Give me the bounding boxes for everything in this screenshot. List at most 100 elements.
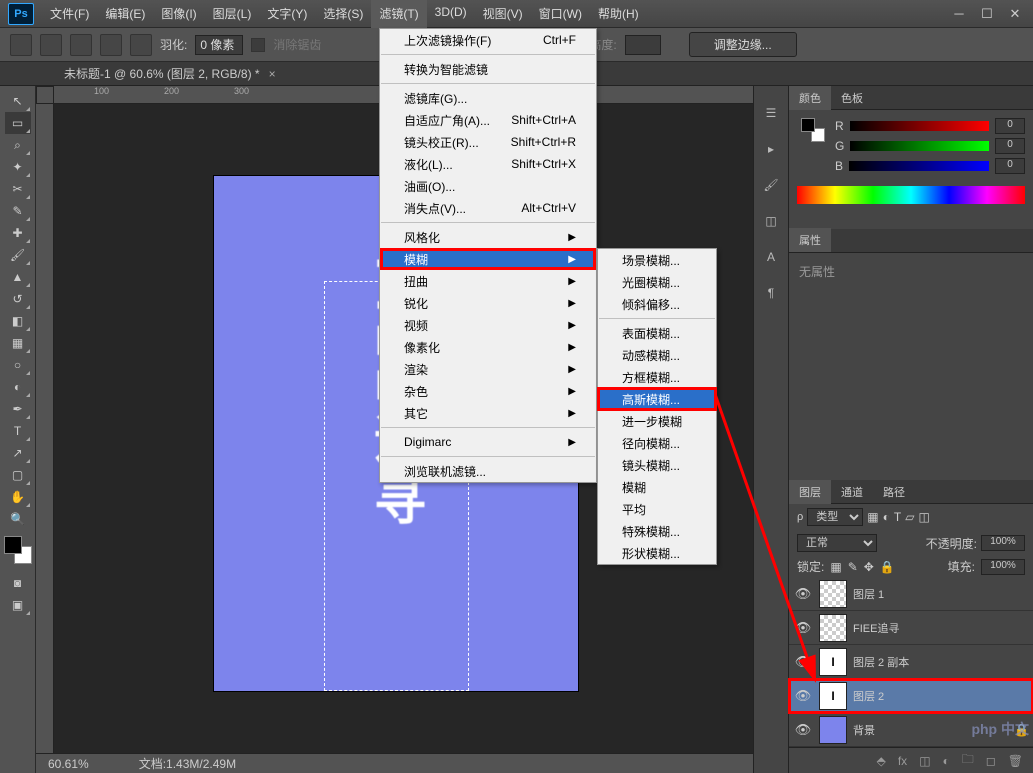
lock-pixel-icon[interactable]: ✎ [848,560,858,574]
new-layer-icon[interactable]: ◻ [986,754,996,768]
g-slider[interactable] [850,141,989,151]
eyedropper-tool-icon[interactable]: ✎ [5,200,31,222]
refine-edge-button[interactable]: 调整边缘... [689,32,797,57]
filter-item[interactable]: 上次滤镜操作(F)Ctrl+F [380,29,596,51]
menu-view[interactable]: 视图(V) [475,0,531,28]
para-panel-icon[interactable]: ¶ [760,284,782,302]
feather-input[interactable] [195,35,243,55]
doc-tab[interactable]: 未标题-1 @ 60.6% (图层 2, RGB/8) * × [54,61,286,86]
r-value[interactable]: 0 [995,118,1025,134]
clone-panel-icon[interactable]: ◫ [760,212,782,230]
history-panel-icon[interactable]: ☰ [760,104,782,122]
path-tool-icon[interactable]: ↗ [5,442,31,464]
filter-item[interactable]: Digimarc▶ [380,431,596,453]
r-slider[interactable] [850,121,989,131]
filter-item[interactable]: 锐化▶ [380,292,596,314]
char-panel-icon[interactable]: A [760,248,782,266]
adjust-layer-icon[interactable]: ◐ [943,754,950,768]
maximize-icon[interactable]: ☐ [973,4,1001,24]
layer-row[interactable]: 👁I图层 2 [789,679,1033,713]
props-tab[interactable]: 属性 [789,228,831,252]
filter-type-icon[interactable]: T [894,510,901,524]
menu-file[interactable]: 文件(F) [42,0,97,28]
layers-tab[interactable]: 图层 [789,480,831,504]
filter-item[interactable]: 自适应广角(A)...Shift+Ctrl+A [380,109,596,131]
color-fgbg[interactable] [801,118,825,142]
blur-tool-icon[interactable]: ○ [5,354,31,376]
blend-mode-select[interactable]: 正常 [797,534,877,552]
layer-mask-icon[interactable]: ◫ [919,754,930,768]
intersect-selection-icon[interactable] [130,34,152,56]
layer-row[interactable]: 👁I图层 2 副本 [789,645,1033,679]
hand-tool-icon[interactable]: ✋ [5,486,31,508]
menu-select[interactable]: 选择(S) [315,0,371,28]
visibility-icon[interactable]: 👁 [793,654,813,670]
close-icon[interactable]: ✕ [1001,4,1029,24]
menu-layer[interactable]: 图层(L) [205,0,260,28]
b-value[interactable]: 0 [995,158,1025,174]
sub-selection-icon[interactable] [100,34,122,56]
paths-tab[interactable]: 路径 [873,480,915,504]
brush-tool-icon[interactable]: 🖌 [5,244,31,266]
blur-item[interactable]: 光圈模糊... [598,271,716,293]
fg-bg-swatch[interactable] [4,536,32,564]
stamp-tool-icon[interactable]: ▲ [5,266,31,288]
filter-item[interactable]: 消失点(V)...Alt+Ctrl+V [380,197,596,219]
menu-window[interactable]: 窗口(W) [531,0,590,28]
opacity-input[interactable]: 100% [981,535,1025,551]
filter-item[interactable]: 浏览联机滤镜... [380,460,596,482]
move-tool-icon[interactable]: ↖ [5,90,31,112]
filter-item[interactable]: 渲染▶ [380,358,596,380]
shape-tool-icon[interactable]: ▢ [5,464,31,486]
blur-item[interactable]: 形状模糊... [598,542,716,564]
lock-pos-icon[interactable]: ✥ [864,560,874,574]
filter-item[interactable]: 风格化▶ [380,226,596,248]
blur-item[interactable]: 动感模糊... [598,344,716,366]
filter-smart-icon[interactable]: ◫ [918,510,929,524]
menu-help[interactable]: 帮助(H) [590,0,647,28]
fill-input[interactable]: 100% [981,559,1025,575]
blur-item[interactable]: 倾斜偏移... [598,293,716,315]
layer-row[interactable]: 👁图层 1 [789,577,1033,611]
filter-item[interactable]: 模糊▶ [380,248,596,270]
screenmode-icon[interactable]: ▣ [5,594,31,616]
visibility-icon[interactable]: 👁 [793,620,813,636]
height-input[interactable] [625,35,661,55]
menu-image[interactable]: 图像(I) [153,0,204,28]
filter-shape-icon[interactable]: ▱ [905,510,914,524]
new-selection-icon[interactable] [40,34,62,56]
dodge-tool-icon[interactable]: ◐ [5,376,31,398]
layer-row[interactable]: 👁FIEE追寻 [789,611,1033,645]
g-value[interactable]: 0 [995,138,1025,154]
blur-item[interactable]: 高斯模糊... [598,388,716,410]
menu-type[interactable]: 文字(Y) [259,0,315,28]
filter-item[interactable]: 滤镜库(G)... [380,87,596,109]
filter-pixel-icon[interactable]: ▦ [867,510,878,524]
blur-item[interactable]: 方框模糊... [598,366,716,388]
zoom-tool-icon[interactable]: 🔍 [5,508,31,530]
brush-panel-icon[interactable]: 🖌 [760,176,782,194]
channels-tab[interactable]: 通道 [831,480,873,504]
blur-item[interactable]: 特殊模糊... [598,520,716,542]
actions-panel-icon[interactable]: ▸ [760,140,782,158]
menu-3d[interactable]: 3D(D) [427,0,475,28]
filter-item[interactable]: 转换为智能滤镜 [380,58,596,80]
layer-fx-icon[interactable]: fx [898,754,907,768]
quickmask-icon[interactable]: ◙ [5,572,31,594]
zoom-level[interactable]: 60.61% [48,757,89,771]
trash-icon[interactable]: 🗑 [1008,754,1023,768]
lock-trans-icon[interactable]: ▦ [830,560,841,574]
group-icon[interactable]: 🗀 [962,750,974,771]
blur-item[interactable]: 镜头模糊... [598,454,716,476]
blur-item[interactable]: 进一步模糊 [598,410,716,432]
lock-all-icon[interactable]: 🔒 [880,560,895,574]
filter-adjust-icon[interactable]: ◐ [883,510,890,524]
filter-item[interactable]: 像素化▶ [380,336,596,358]
spectrum-bar[interactable] [797,186,1025,204]
heal-tool-icon[interactable]: ✚ [5,222,31,244]
filter-item[interactable]: 视频▶ [380,314,596,336]
history-tool-icon[interactable]: ↺ [5,288,31,310]
filter-item[interactable]: 扭曲▶ [380,270,596,292]
crop-tool-icon[interactable]: ✂ [5,178,31,200]
menu-filter[interactable]: 滤镜(T) [371,0,426,28]
